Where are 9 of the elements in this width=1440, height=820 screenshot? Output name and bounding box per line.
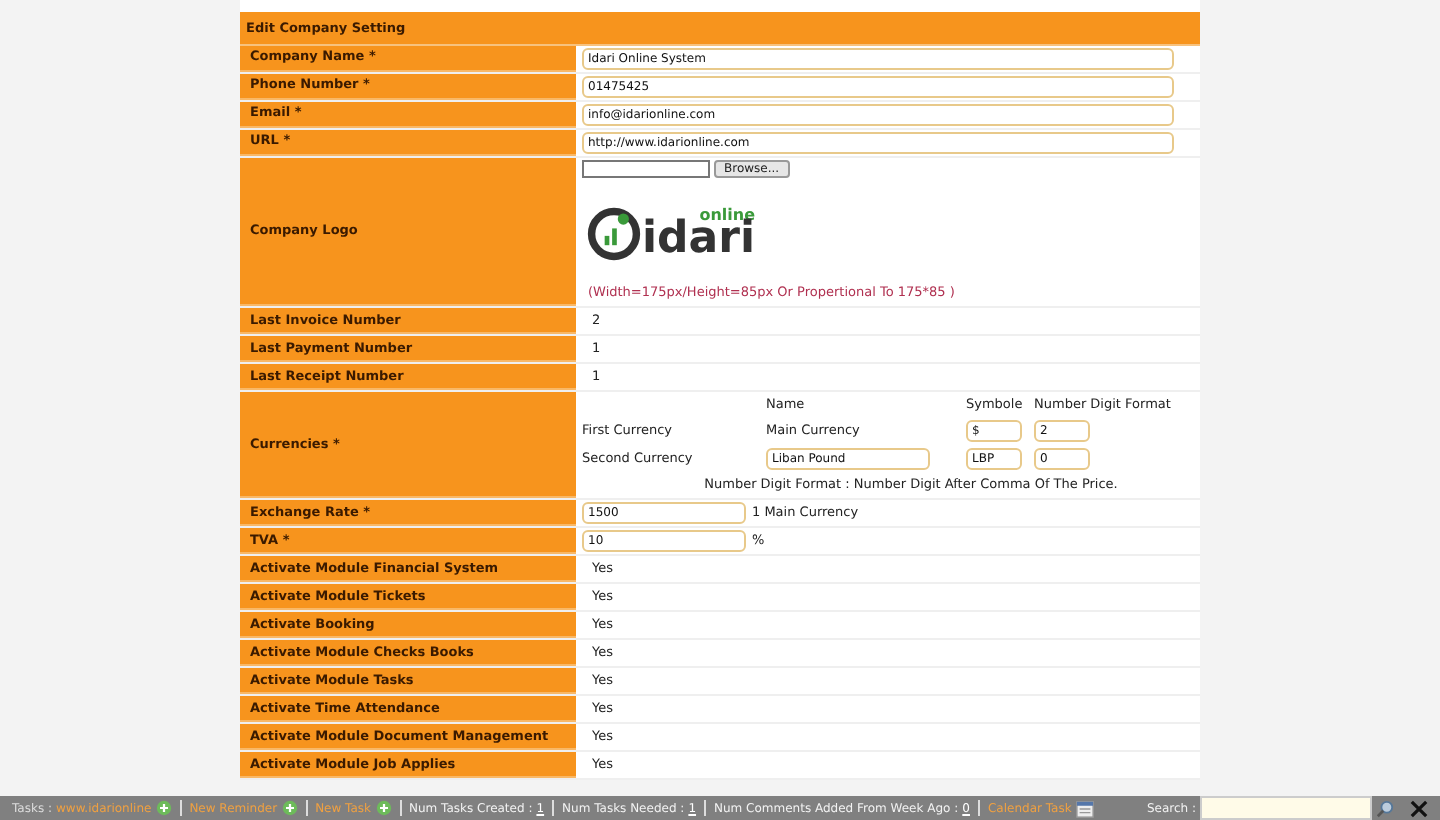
plus-icon[interactable] bbox=[281, 800, 298, 816]
close-icon[interactable] bbox=[1410, 799, 1428, 817]
plus-icon[interactable] bbox=[155, 800, 172, 816]
plus-icon[interactable] bbox=[375, 800, 392, 816]
search-icon[interactable] bbox=[1376, 799, 1394, 817]
search-field[interactable] bbox=[1200, 796, 1372, 820]
calendar-icon[interactable] bbox=[1075, 799, 1094, 817]
file-field[interactable] bbox=[582, 160, 710, 178]
logo-mark-icon bbox=[586, 206, 642, 262]
